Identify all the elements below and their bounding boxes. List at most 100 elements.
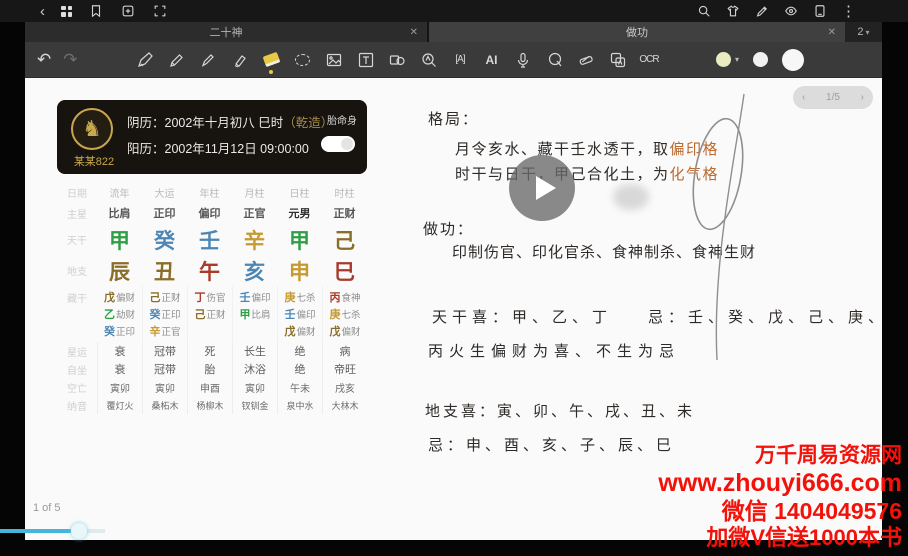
color-swatch-2[interactable] (753, 52, 768, 67)
bazi-table-row: 天干甲癸壬辛甲己 (57, 224, 367, 255)
main-star: 比肩 (108, 208, 131, 220)
tab-close-icon[interactable]: ✕ (410, 27, 418, 38)
template-shirt-icon[interactable] (725, 3, 741, 19)
bazi-table-row: 自坐衰冠带胎沐浴绝帝旺 (57, 360, 367, 378)
video-seek-knob[interactable] (71, 523, 87, 539)
play-button[interactable] (509, 155, 575, 221)
bazi-table-row: 日期 流年 大运 年柱 月柱 日柱 时柱 (57, 182, 367, 202)
hidden-stems-cell: 庚七杀 壬偏印 戊偏财 (277, 286, 322, 342)
chevron-down-icon: ▾ (734, 55, 739, 64)
zizuo-cell: 帝旺 (322, 360, 367, 378)
bazi-table: 日期 流年 大运 年柱 月柱 日柱 时柱 主星 比肩 正印 偏印 正官 元男 正财 天干甲癸壬辛甲己地支辰丑… (57, 182, 367, 414)
tab-zuogong[interactable]: 做功 ✕ (429, 22, 845, 42)
pencil-tool[interactable] (167, 49, 187, 71)
ai-tool[interactable]: AI (482, 49, 502, 71)
note-geju-title: 格局： (428, 110, 480, 128)
bazi-table-row: 空亡 寅卯 寅卯 申酉 寅卯 午未 戌亥 (57, 378, 367, 396)
lasso-tool[interactable] (293, 49, 313, 71)
undo-button[interactable]: ↶ (37, 50, 51, 70)
more-menu-icon[interactable]: ⋮ (841, 4, 856, 19)
earthly-branch: 亥 (244, 260, 265, 284)
tab-close-icon[interactable]: ✕ (828, 27, 836, 38)
page-next-button[interactable]: › (861, 92, 864, 103)
kongwang-cell: 申酉 (187, 378, 232, 396)
watermark: 万千周易资源网 www.zhouyi666.com 微信 1404049576 … (658, 444, 902, 551)
heavenly-stem: 癸 (154, 229, 175, 253)
row-label: 自坐 (67, 365, 87, 377)
zodiac-horse-icon: ♞ (82, 116, 102, 141)
fountain-pen-tool[interactable] (135, 49, 155, 71)
page-prev-button[interactable]: ‹ (802, 92, 805, 103)
system-bar: ‹ ⋮ (0, 0, 908, 22)
screenshot-icon[interactable] (152, 3, 168, 19)
image-tool[interactable] (324, 49, 344, 71)
microphone-tool[interactable] (513, 49, 533, 71)
eraser-smudge (613, 184, 649, 210)
hidden-stems-cell: 壬偏印 甲比肩 (232, 286, 277, 342)
kongwang-cell: 寅卯 (97, 378, 142, 396)
kongwang-cell: 戌亥 (322, 378, 367, 396)
video-seek-bar[interactable] (0, 529, 80, 533)
kongwang-cell: 午未 (277, 378, 322, 396)
nayin-cell: 泉中水 (277, 396, 322, 414)
heavenly-stem: 甲 (109, 229, 130, 253)
highlighter-tool[interactable] (230, 49, 250, 71)
nayin-cell: 桑柘木 (142, 396, 187, 414)
watermark-line: 微信 1404049576 (721, 498, 902, 525)
watermark-line: 加微V信送1000本书 (706, 525, 902, 551)
row-label: 空亡 (67, 383, 87, 395)
zizuo-cell: 沐浴 (232, 360, 277, 378)
row-label: 地支 (67, 267, 87, 278)
earthly-branch: 丑 (154, 260, 175, 284)
color-swatch-3[interactable] (782, 48, 804, 71)
pen-mode-icon[interactable] (754, 3, 770, 19)
text-tool[interactable] (356, 49, 376, 71)
avatar: ♞ (71, 108, 113, 150)
add-page-icon[interactable] (120, 3, 136, 19)
hidden-stem-entry: 己正财 (194, 309, 226, 321)
xingyun-cell: 绝 (277, 342, 322, 360)
translate-tool[interactable] (608, 49, 628, 71)
main-star: 正官 (243, 208, 266, 220)
row-label: 日期 (67, 188, 87, 200)
magnifier-tool[interactable] (419, 49, 439, 71)
hidden-stem-entry: 甲比肩 (239, 309, 271, 321)
note-dizhi-xi-line: 地支喜：寅、卯、午、戌、丑、未 (425, 402, 696, 420)
bazi-info-card: ♞ 某某822 阴历：2002年十月初八 巳时（乾造） 阳历：2002年11月1… (57, 100, 367, 174)
hidden-stems-cell: 丁伤官 己正财 (187, 286, 232, 342)
tab-count-dropdown[interactable]: 2 ▾ (845, 22, 882, 42)
eraser-tool[interactable] (261, 49, 281, 74)
bookmark-icon[interactable] (88, 3, 104, 19)
text-recognition-tool[interactable]: [A] (450, 49, 470, 71)
hidden-stems-cell: 丙食神 庚七杀 戊偏财 (322, 286, 367, 342)
gender-tag: （乾造） (283, 116, 334, 130)
hidden-stem-entry: 癸正印 (149, 309, 181, 321)
col-header: 大运 (154, 188, 175, 200)
back-icon[interactable]: ‹ (40, 4, 45, 19)
reader-device-icon[interactable] (812, 3, 828, 19)
heavenly-stem: 己 (334, 229, 355, 253)
ballpoint-pen-tool[interactable] (198, 49, 218, 71)
taimingshen-label: 胎命身 (327, 116, 357, 127)
hidden-stem-entry: 丙食神 (329, 292, 361, 304)
row-label: 星运 (67, 347, 87, 359)
tape-tool[interactable] (576, 49, 596, 71)
bazi-table-row: 藏干 戊偏财 乙劫财 癸正印 己正财 癸正印 辛正官 丁伤官 己正财 壬偏印 甲比肩 庚七杀 壬偏印 戊偏… (57, 286, 367, 342)
hidden-stem-entry: 癸正印 (103, 326, 135, 338)
redo-button[interactable]: ↷ (63, 50, 77, 70)
taimingshen-toggle[interactable] (321, 136, 355, 152)
row-label: 主星 (67, 209, 87, 221)
tab-ershishen[interactable]: 二十神 ✕ (25, 22, 427, 42)
ocr-tool[interactable]: OCR (639, 49, 659, 71)
zizuo-cell: 冠带 (142, 360, 187, 378)
xingyun-cell: 衰 (97, 342, 142, 360)
app-grid-icon[interactable] (61, 5, 72, 17)
xingyun-cell: 长生 (232, 342, 277, 360)
play-icon (535, 176, 556, 200)
laser-pointer-tool[interactable] (545, 49, 565, 71)
eye-icon[interactable] (783, 3, 799, 19)
hidden-stems-cell: 戊偏财 乙劫财 癸正印 (97, 286, 142, 342)
shapes-tool[interactable] (387, 49, 407, 71)
color-swatch-current[interactable] (715, 52, 731, 67)
search-icon[interactable] (696, 3, 712, 19)
